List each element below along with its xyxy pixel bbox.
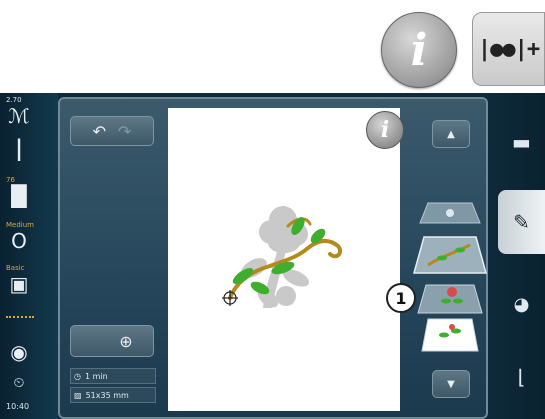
bobbin-label: Basic (6, 264, 25, 272)
clock-small-icon: ◷ (74, 371, 81, 381)
stitch-time-value: 1 min (84, 371, 108, 381)
layer-stack[interactable] (410, 195, 490, 360)
hoop-icon[interactable]: O (6, 229, 32, 253)
undo-icon[interactable]: ↶ (93, 122, 106, 141)
embroidery-design (222, 206, 343, 308)
scroll-up-button[interactable]: ▲ (432, 120, 470, 148)
zoom-icon: ⊕ (119, 331, 133, 351)
color-wheel-icon: ◕ (513, 293, 530, 315)
clock-icon: ⏲ (13, 375, 25, 391)
callout-number: 1 (386, 283, 416, 313)
color-tab[interactable]: ◕ (498, 272, 545, 336)
edit-tab[interactable]: ✎ (498, 190, 545, 254)
thread-indicator (6, 316, 34, 324)
folder-icon: ▬ (512, 130, 531, 154)
pencil-icon: ✎ (513, 210, 530, 234)
hoop-label: Medium (6, 221, 34, 229)
status-value-top: 2.70 (6, 96, 22, 104)
bobbin-icon[interactable]: ◉ (6, 340, 32, 364)
chevron-down-icon: ▼ (447, 378, 455, 390)
multi-function-button[interactable]: |●●|+ (472, 12, 545, 86)
folder-tab[interactable]: ▬ (498, 110, 545, 174)
redo-icon[interactable]: ↷ (118, 122, 131, 141)
embroider-start-icon: ⌊ (517, 365, 526, 389)
info-icon-small: i (380, 117, 390, 143)
presser-foot-icon[interactable]: █ (6, 184, 32, 208)
design-size-value: 51x35 mm (85, 390, 129, 400)
needle-number: 76 (6, 176, 15, 184)
info-icon: i (410, 24, 428, 76)
stitch-time-row: ◷ 1 min (70, 368, 156, 384)
stitch-plate-icon[interactable]: ▣ (6, 272, 32, 296)
hoop-center-marker (222, 290, 238, 306)
design-size-row: ▨ 51x35 mm (70, 387, 156, 403)
status-time: 10:40 (6, 402, 30, 411)
callout-label: 1 (395, 288, 407, 308)
multi-function-label: |●●|+ (477, 36, 540, 62)
info-button[interactable]: i (381, 12, 457, 88)
size-icon: ▨ (74, 390, 82, 400)
scroll-down-button[interactable]: ▼ (432, 370, 470, 398)
thread-tension-icon[interactable]: ℳ (6, 104, 32, 128)
layer-item (421, 318, 479, 352)
needle-icon[interactable]: ǀ (6, 134, 32, 162)
embroider-tab[interactable]: ⌊ (498, 345, 545, 409)
embroidery-canvas[interactable] (168, 108, 400, 411)
zoom-button[interactable]: ⊕ (70, 325, 154, 357)
info-button-small[interactable]: i (366, 111, 404, 149)
undo-redo-group: ↶ ↷ (70, 116, 154, 146)
chevron-up-icon: ▲ (447, 128, 455, 140)
